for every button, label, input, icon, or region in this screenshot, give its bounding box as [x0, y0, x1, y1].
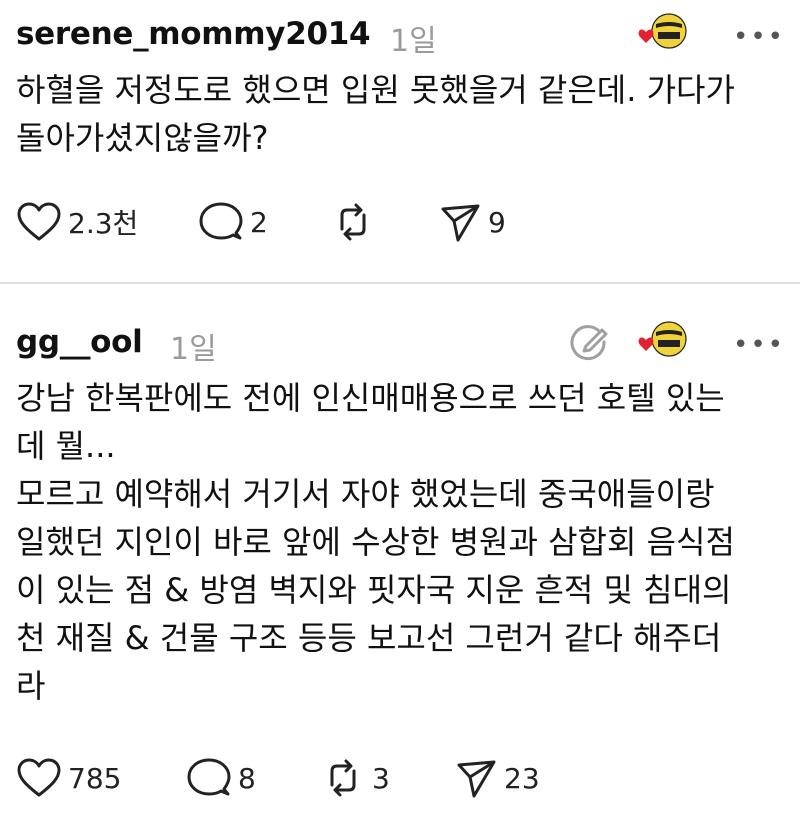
- more-icon[interactable]: •••: [733, 22, 785, 52]
- heart-icon: [17, 202, 61, 241]
- post-body: 하혈을 저정도로 했으면 입원 못했을거 같은데. 가다가 돌아가셨지않을까?: [16, 71, 735, 157]
- share-button[interactable]: 23: [454, 756, 540, 800]
- share-count: 9: [488, 205, 506, 239]
- repost-button[interactable]: [330, 200, 382, 244]
- edit-icon[interactable]: [566, 320, 610, 364]
- post-body: 강남 한복판에도 전에 인신매매용으로 쓰던 호텔 있는 데 뭘... 모르고 …: [16, 379, 735, 705]
- share-icon: [441, 204, 480, 242]
- thread-post: serene_mommy2014 1일 ••• 하혈을 저정도로 했으면 입원 …: [0, 0, 800, 282]
- repost-button[interactable]: 3: [320, 756, 390, 800]
- like-button[interactable]: 2.3천: [16, 200, 138, 244]
- thread-post: gg__ool 1일 ••• 강남 한복판에도 전에 인신매매용으로 쓰던 호텔…: [0, 284, 800, 822]
- like-count: 2.3천: [68, 207, 139, 240]
- reply-count: 2: [250, 205, 268, 239]
- like-count: 785: [68, 761, 122, 795]
- repost-icon: [330, 759, 356, 797]
- more-icon[interactable]: •••: [733, 330, 785, 360]
- share-icon: [457, 760, 496, 798]
- like-button[interactable]: 785: [16, 756, 121, 800]
- post-time: 1일: [390, 24, 437, 59]
- badge-icon[interactable]: [636, 320, 688, 360]
- share-count: 23: [504, 761, 540, 795]
- share-button[interactable]: 9: [438, 200, 506, 244]
- post-username[interactable]: serene_mommy2014: [16, 16, 371, 52]
- repost-icon: [340, 203, 366, 241]
- comment-icon: [187, 758, 231, 796]
- post-time: 1일: [170, 332, 217, 367]
- repost-count: 3: [372, 761, 390, 795]
- heart-icon: [17, 758, 61, 797]
- post-actions: 785 8 3 23: [0, 756, 800, 800]
- reply-button[interactable]: 2: [198, 200, 268, 244]
- comment-icon: [199, 202, 243, 240]
- post-actions: 2.3천 2 9: [0, 200, 800, 244]
- reply-count: 8: [238, 761, 256, 795]
- reply-button[interactable]: 8: [186, 756, 256, 800]
- post-username[interactable]: gg__ool: [16, 324, 143, 360]
- badge-icon[interactable]: [636, 12, 688, 52]
